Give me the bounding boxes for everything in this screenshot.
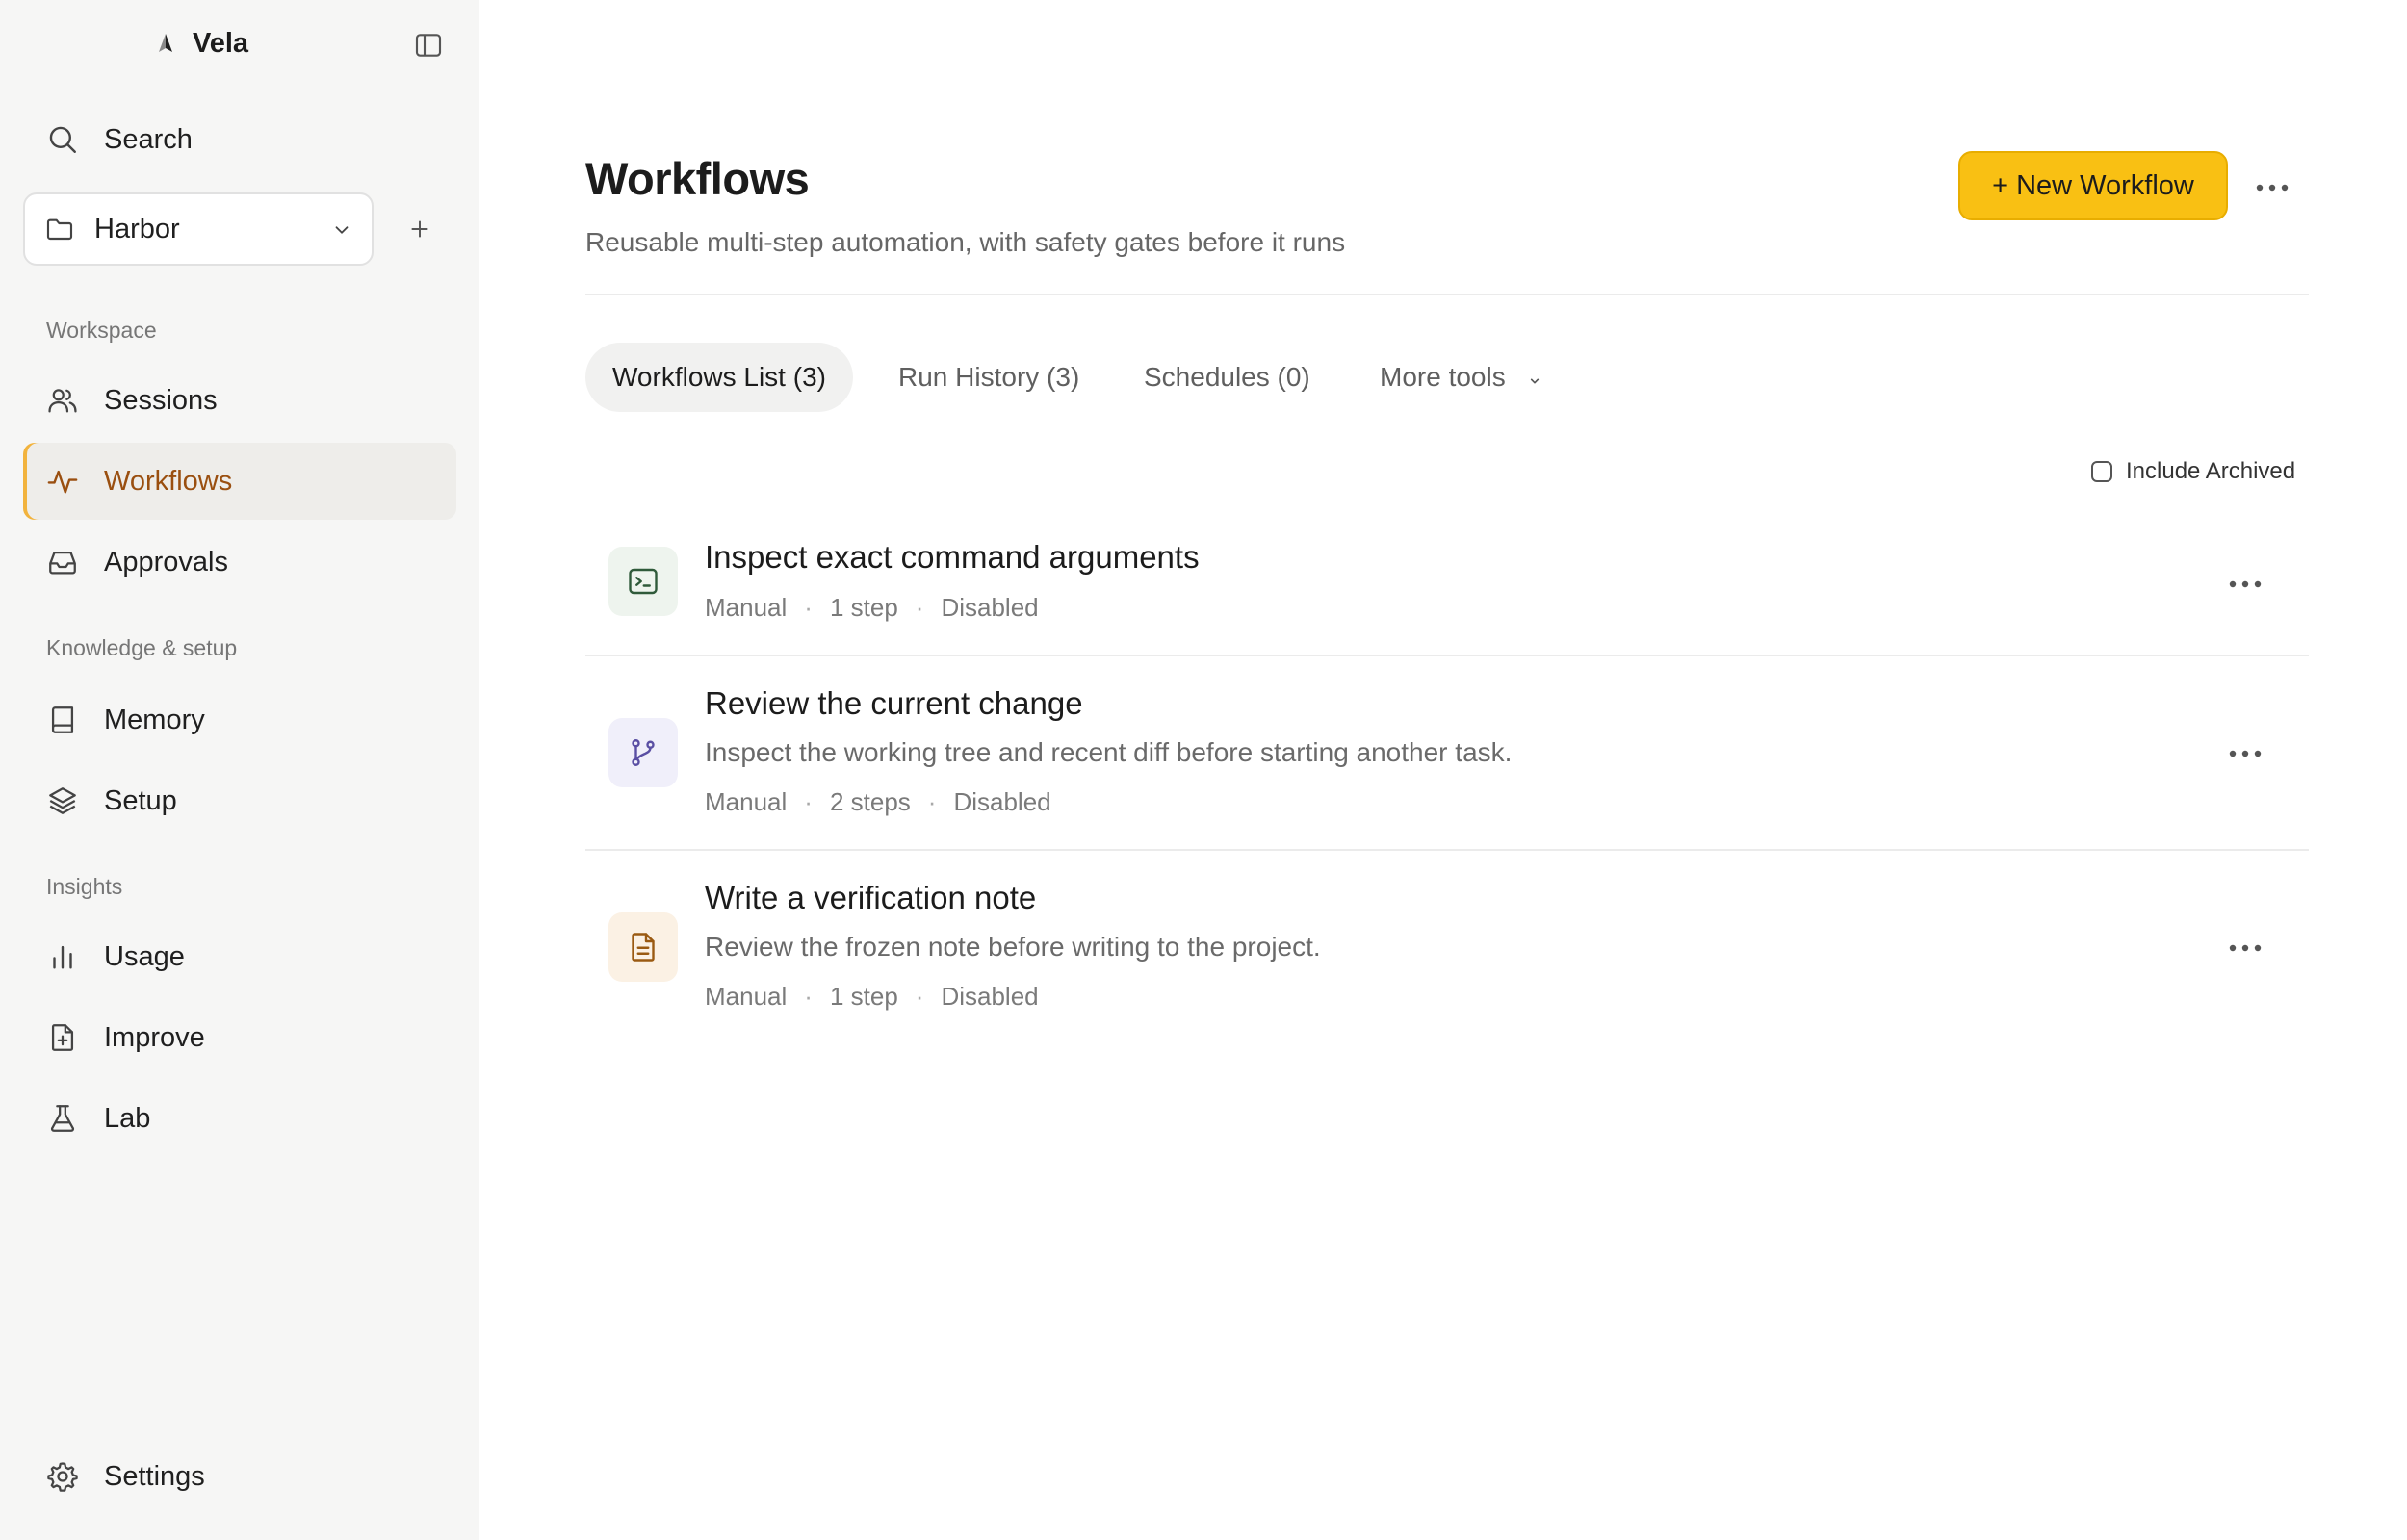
tab-label: Workflows List (3) <box>612 362 826 392</box>
sidebar-item-label: Setup <box>104 784 177 816</box>
gear-icon <box>47 1462 78 1492</box>
sidebar-item-lab[interactable]: Lab <box>23 1080 456 1157</box>
sidebar-item-label: Improve <box>104 1021 205 1053</box>
chevron-down-icon <box>335 226 349 234</box>
project-name: Harbor <box>94 213 180 244</box>
workflow-meta: Manual · 2 steps · Disabled <box>705 787 1051 816</box>
workflow-status: Disabled <box>941 982 1039 1011</box>
workflow-description: Review the frozen note before writing to… <box>705 932 1321 962</box>
sidebar-item-memory[interactable]: Memory <box>23 681 456 758</box>
workflow-status: Disabled <box>953 787 1051 816</box>
file-plus-icon <box>51 1024 74 1051</box>
new-workflow-button[interactable]: + New Workflow <box>1958 151 2228 220</box>
sidebar-item-label: Sessions <box>104 384 218 416</box>
workflow-title[interactable]: Review the current change <box>705 685 1083 722</box>
workflow-trigger: Manual <box>705 982 788 1011</box>
workflow-steps: 1 step <box>829 982 898 1011</box>
sidebar-item-label: Approvals <box>104 546 228 578</box>
workflow-more-button[interactable] <box>2224 739 2266 768</box>
app-name: Vela <box>193 27 249 59</box>
workflow-row[interactable]: Inspect exact command arguments Manual ·… <box>585 520 2309 654</box>
sidebar-item-label: Lab <box>104 1102 151 1134</box>
sidebar-item-label: Workflows <box>104 465 233 497</box>
workflow-trigger: Manual <box>705 593 788 622</box>
project-select[interactable]: Harbor <box>23 192 374 266</box>
sidebar-item-label: Usage <box>104 940 185 972</box>
search-icon <box>49 126 76 153</box>
folder-icon <box>46 218 73 241</box>
brand[interactable]: Vela <box>154 25 248 62</box>
layers-icon <box>49 787 76 814</box>
vela-logo-icon <box>159 34 172 52</box>
more-horizontal-icon <box>2229 580 2262 588</box>
activity-icon <box>47 470 78 494</box>
page-subtitle: Reusable multi-step automation, with saf… <box>585 227 1346 257</box>
workflow-meta: Manual · 1 step · Disabled <box>705 593 1039 622</box>
inbox-icon <box>49 551 76 575</box>
page-title: Workflows <box>585 153 810 204</box>
settings-label: Settings <box>104 1460 205 1492</box>
workflow-steps: 1 step <box>829 593 898 622</box>
tab-label: Schedules (0) <box>1144 362 1310 392</box>
tab-run-history[interactable]: Run History (3) <box>898 343 1079 412</box>
section-label-workspace: Workspace <box>46 318 157 343</box>
more-horizontal-icon <box>2256 184 2289 192</box>
more-horizontal-icon <box>2229 750 2262 757</box>
workflow-status: Disabled <box>941 593 1039 622</box>
tab-more-tools[interactable]: More tools <box>1380 343 1544 412</box>
search-label: Search <box>104 123 193 155</box>
sidebar-item-improve[interactable]: Improve <box>23 999 456 1076</box>
sidebar-item-label: Memory <box>104 704 205 735</box>
workflow-icon-badge <box>608 547 678 616</box>
workflow-row[interactable]: Write a verification note Review the fro… <box>585 851 2309 1043</box>
section-label-knowledge: Knowledge & setup <box>46 635 238 660</box>
page-more-button[interactable] <box>2251 173 2293 202</box>
workflow-more-button[interactable] <box>2224 934 2266 962</box>
chevron-down-icon <box>1530 378 1539 384</box>
add-project-button[interactable] <box>404 214 435 244</box>
sidebar-search[interactable]: Search <box>23 101 456 178</box>
sidebar-toggle-icon <box>415 34 442 57</box>
sidebar-item-setup[interactable]: Setup <box>23 762 456 839</box>
section-label-insights: Insights <box>46 874 123 899</box>
header-divider <box>585 294 2309 295</box>
workflow-more-button[interactable] <box>2224 570 2266 599</box>
workflow-description: Inspect the working tree and recent diff… <box>705 737 1513 767</box>
tab-schedules[interactable]: Schedules (0) <box>1144 343 1310 412</box>
include-archived-toggle[interactable]: Include Archived <box>2091 458 2295 485</box>
bar-chart-icon <box>53 945 72 969</box>
sidebar: Vela Search Harbor Workspace Sessions Wo… <box>0 0 479 1540</box>
sidebar-item-settings[interactable]: Settings <box>23 1438 456 1515</box>
workflow-icon-badge <box>608 718 678 787</box>
plus-icon <box>411 220 428 238</box>
more-horizontal-icon <box>2229 944 2262 952</box>
workflow-steps: 2 steps <box>829 787 911 816</box>
include-archived-checkbox[interactable] <box>2091 461 2112 482</box>
flask-icon <box>50 1105 75 1132</box>
main-content: Workflows Reusable multi-step automation… <box>479 0 2407 1540</box>
workflow-title[interactable]: Write a verification note <box>705 880 1036 916</box>
sidebar-toggle-button[interactable] <box>412 29 445 62</box>
workflow-icon-badge <box>608 912 678 982</box>
tab-workflows-list[interactable]: Workflows List (3) <box>585 343 853 412</box>
users-icon <box>48 389 77 413</box>
workflow-meta: Manual · 1 step · Disabled <box>705 982 1039 1011</box>
workflow-row[interactable]: Review the current change Inspect the wo… <box>585 656 2309 849</box>
workflow-title[interactable]: Inspect exact command arguments <box>705 539 1200 576</box>
include-archived-label: Include Archived <box>2126 458 2296 484</box>
document-icon <box>632 933 655 962</box>
sidebar-item-workflows[interactable]: Workflows <box>23 443 456 520</box>
terminal-icon <box>629 568 658 595</box>
tab-label: Run History (3) <box>898 362 1080 392</box>
tab-label: More tools <box>1380 362 1506 392</box>
sidebar-item-approvals[interactable]: Approvals <box>23 524 456 601</box>
book-icon <box>51 706 74 733</box>
workflow-trigger: Manual <box>705 787 788 816</box>
sidebar-item-usage[interactable]: Usage <box>23 918 456 995</box>
git-branch-icon <box>632 739 655 766</box>
sidebar-item-sessions[interactable]: Sessions <box>23 362 456 439</box>
